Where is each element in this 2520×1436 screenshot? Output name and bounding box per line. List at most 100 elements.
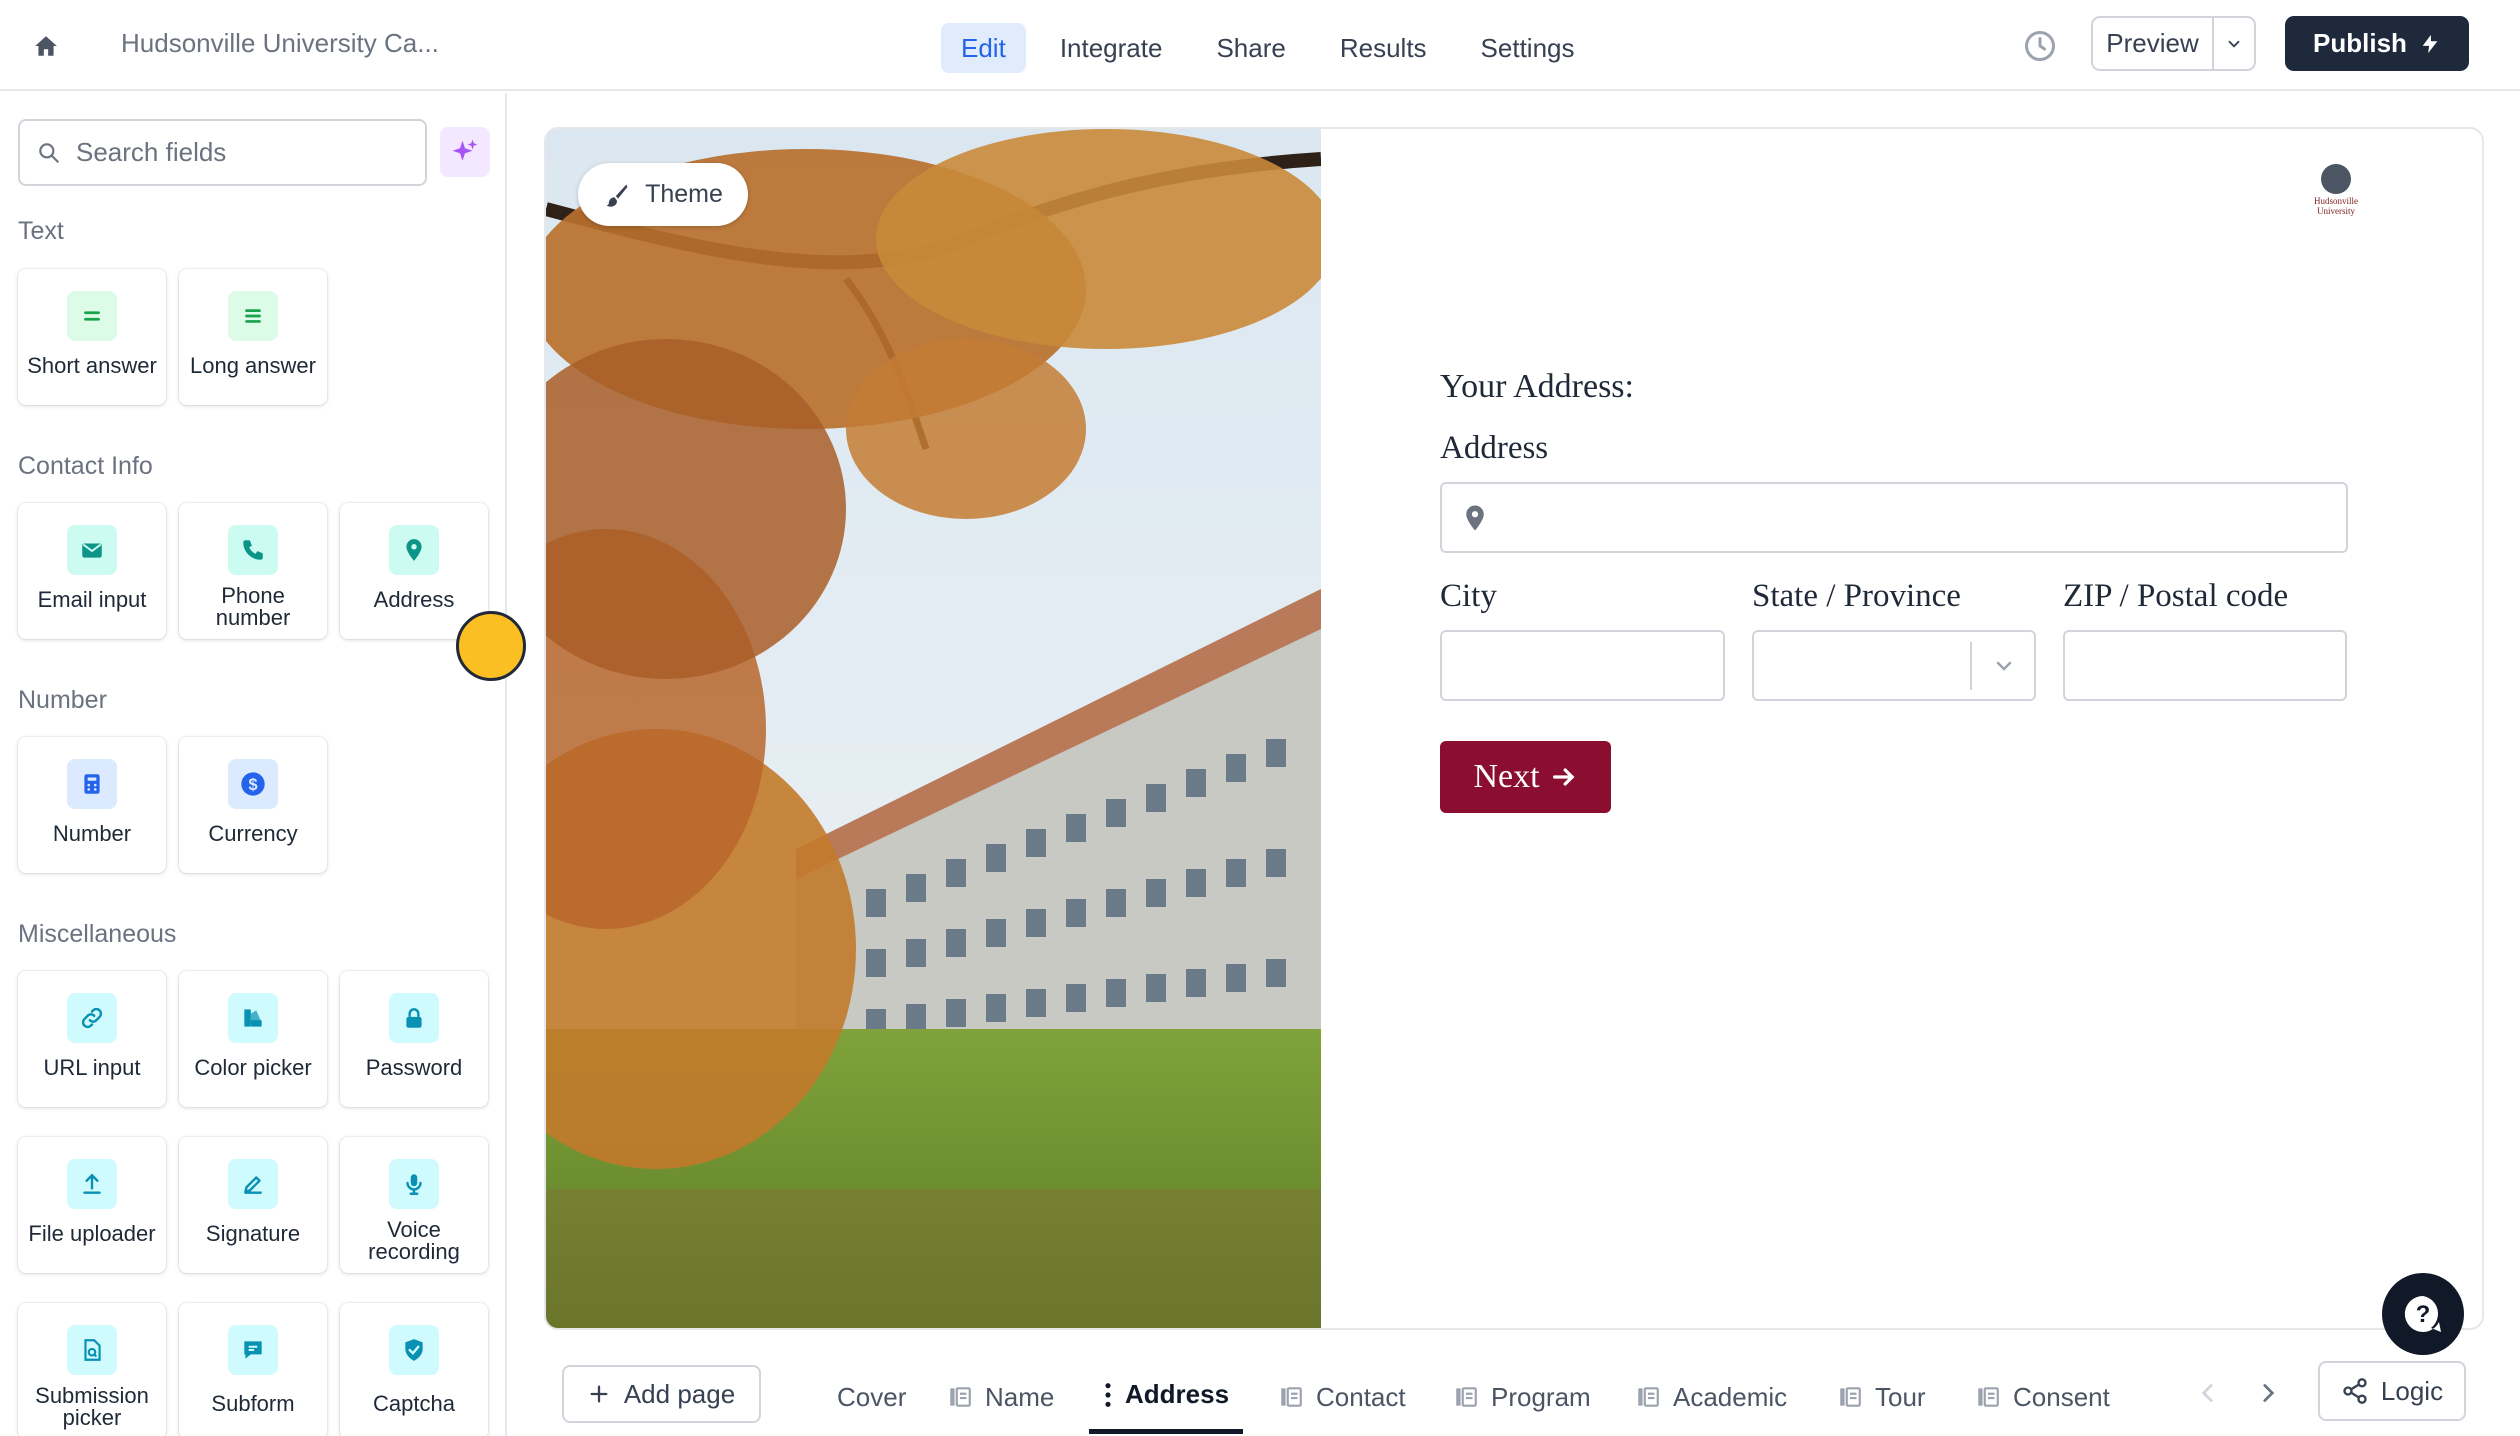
chevron-left-icon: [2201, 1384, 2213, 1402]
map-pin-icon: [389, 525, 439, 575]
plus-icon: [590, 1385, 608, 1403]
prev-page-button[interactable]: [2195, 1380, 2221, 1411]
university-logo: Hudsonville University: [2296, 164, 2376, 224]
page-tab-label: Contact: [1316, 1381, 1406, 1412]
page-tab-contact[interactable]: Contact: [1278, 1360, 1406, 1434]
logic-label: Logic: [2380, 1375, 2444, 1406]
arrow-right-icon: [1552, 768, 1575, 786]
page-tab-program[interactable]: Program: [1453, 1360, 1591, 1434]
upload-icon: [67, 1159, 117, 1209]
section-title-text: Text: [18, 217, 64, 245]
field-label: Short answer: [27, 353, 157, 378]
field-subform[interactable]: Subform: [179, 1303, 327, 1436]
page-icon: [1840, 1387, 1861, 1407]
field-short-answer[interactable]: Short answer: [18, 269, 166, 405]
field-label: Email input: [37, 587, 147, 612]
field-captcha[interactable]: Captcha: [340, 1303, 488, 1436]
page-tab-label: Consent: [2013, 1381, 2110, 1412]
chevron-down-icon: [2228, 40, 2240, 48]
chevron-down-icon: [1996, 661, 2012, 671]
field-voice-recording[interactable]: Voice recording: [340, 1137, 488, 1273]
pointer-indicator: [456, 611, 526, 681]
next-page-button[interactable]: [2255, 1380, 2281, 1411]
lock-icon: [389, 993, 439, 1043]
clock-icon: [2025, 31, 2055, 61]
question-chat-icon: ?: [2404, 1295, 2441, 1332]
form-heading: Your Address:: [1440, 368, 1634, 405]
field-phone-number[interactable]: Phone number: [179, 503, 327, 639]
nav-share[interactable]: Share: [1196, 23, 1305, 73]
address-label: Address: [1440, 430, 1549, 466]
ai-generate-button[interactable]: [440, 127, 490, 177]
nav-results[interactable]: Results: [1320, 23, 1447, 73]
add-page-button[interactable]: Add page: [562, 1365, 761, 1423]
short-text-icon: [67, 291, 117, 341]
search-box: [18, 119, 427, 186]
field-label: Color picker: [194, 1055, 312, 1080]
file-search-icon: [67, 1325, 117, 1375]
page-icon: [1638, 1387, 1659, 1407]
theme-label: Theme: [645, 180, 723, 208]
svg-text:$: $: [248, 776, 257, 794]
pen-icon: [228, 1159, 278, 1209]
microphone-icon: [389, 1159, 439, 1209]
nav-edit[interactable]: Edit: [941, 23, 1026, 73]
field-number[interactable]: Number: [18, 737, 166, 873]
field-submission-picker[interactable]: Submission picker: [18, 1303, 166, 1436]
section-title-contact: Contact Info: [18, 452, 153, 480]
phone-icon: [228, 525, 278, 575]
home-button[interactable]: [26, 26, 66, 66]
preview-dropdown-button[interactable]: [2214, 18, 2254, 69]
field-password[interactable]: Password: [340, 971, 488, 1107]
page-tab-label: Tour: [1875, 1381, 1926, 1412]
form-title[interactable]: Hudsonville University Ca...: [121, 28, 439, 59]
field-label: Voice recording: [368, 1217, 460, 1264]
field-address[interactable]: Address: [340, 503, 488, 639]
next-button[interactable]: Next: [1440, 741, 1611, 813]
zip-label: ZIP / Postal code: [2063, 578, 2289, 614]
page-tab-cover[interactable]: Cover: [837, 1360, 906, 1434]
share-nodes-icon: [2343, 1378, 2367, 1404]
nav-integrate[interactable]: Integrate: [1040, 23, 1183, 73]
field-email-input[interactable]: Email input: [18, 503, 166, 639]
field-signature[interactable]: Signature: [179, 1137, 327, 1273]
sparkles-icon: [452, 139, 478, 161]
page-tab-name[interactable]: Name: [947, 1360, 1054, 1434]
city-input[interactable]: [1440, 630, 1725, 701]
publish-button[interactable]: Publish: [2285, 16, 2469, 71]
envelope-icon: [67, 525, 117, 575]
long-text-icon: [228, 291, 278, 341]
search-input[interactable]: [76, 137, 406, 168]
field-label: Phone number: [215, 583, 291, 630]
field-file-uploader[interactable]: File uploader: [18, 1137, 166, 1273]
page-tab-tour[interactable]: Tour: [1837, 1360, 1926, 1434]
field-currency[interactable]: $ Currency: [179, 737, 327, 873]
field-label: File uploader: [28, 1221, 156, 1246]
page-tab-consent[interactable]: Consent: [1975, 1360, 2110, 1434]
link-icon: [67, 993, 117, 1043]
field-label: Currency: [208, 821, 298, 846]
seal-icon: [2321, 164, 2351, 194]
zip-input[interactable]: [2063, 630, 2347, 701]
drag-handle-icon: [1105, 1382, 1111, 1407]
page-icon: [1456, 1387, 1477, 1407]
page-tab-academic[interactable]: Academic: [1635, 1360, 1787, 1434]
section-title-number: Number: [18, 686, 107, 714]
page-tab-address[interactable]: Address: [1089, 1360, 1244, 1434]
preview-button[interactable]: Preview: [2093, 18, 2214, 69]
page-icon: [1281, 1387, 1302, 1407]
logic-button[interactable]: Logic: [2318, 1361, 2466, 1421]
history-button[interactable]: [2022, 28, 2058, 64]
section-title-misc: Miscellaneous: [18, 920, 177, 948]
nav-settings[interactable]: Settings: [1461, 23, 1595, 73]
campus-photo: Theme: [546, 129, 1321, 1328]
field-label: Password: [365, 1055, 463, 1080]
state-select[interactable]: [1752, 630, 2036, 701]
address-input[interactable]: [1440, 482, 2348, 553]
logo-text: Hudsonville University: [2314, 196, 2358, 216]
field-color-picker[interactable]: Color picker: [179, 971, 327, 1107]
field-label: URL input: [43, 1055, 141, 1080]
theme-button[interactable]: Theme: [578, 163, 748, 226]
field-url-input[interactable]: URL input: [18, 971, 166, 1107]
field-long-answer[interactable]: Long answer: [179, 269, 327, 405]
